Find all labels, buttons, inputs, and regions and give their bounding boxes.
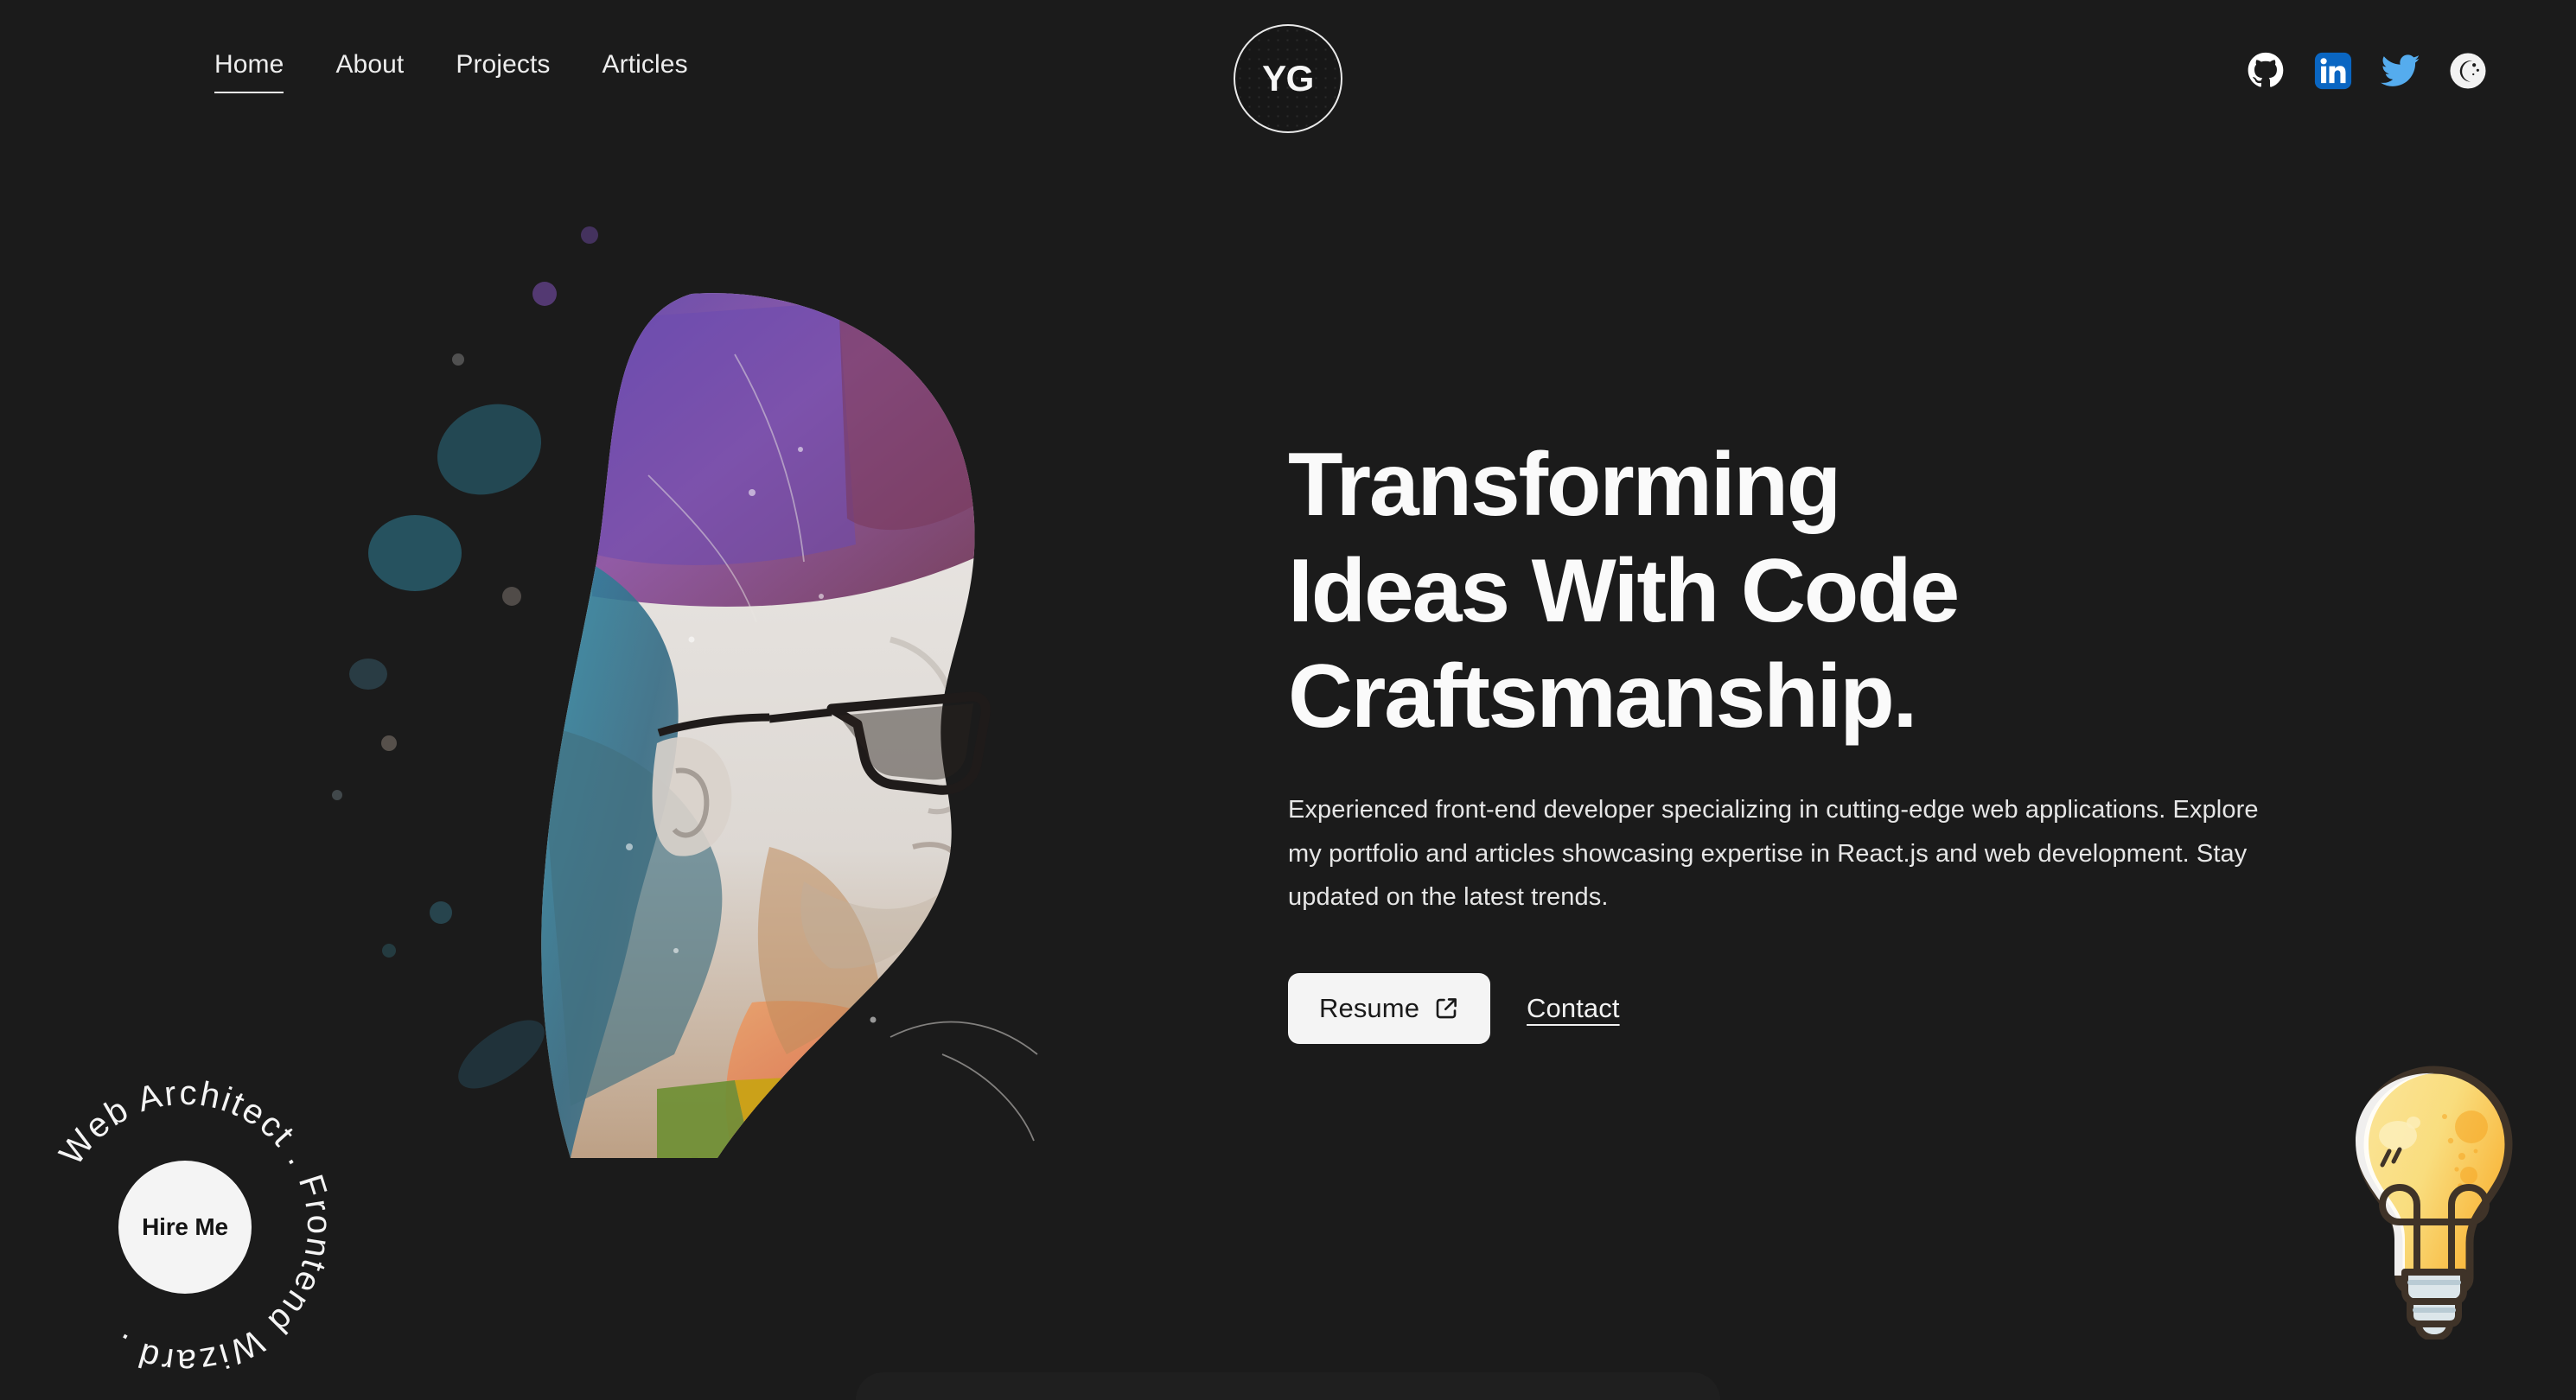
dark-mode-toggle-icon [2449,52,2487,90]
hire-me-label: Hire Me [142,1213,228,1240]
hero-title-line-3: Craftsmanship. [1288,646,1917,748]
hero-actions: Resume Contact [1288,972,2403,1044]
social-links [2244,49,2490,92]
hero-title-line-2: Ideas With Code [1288,540,1960,641]
hero-title-line-1: Transforming [1288,435,1841,535]
site-logo-text: YG [1262,58,1314,99]
dark-mode-toggle[interactable] [2446,49,2490,92]
hero-title: Transforming Ideas With Code Craftsmansh… [1288,432,2403,750]
external-link-icon [1433,996,1459,1021]
linkedin-icon [2314,52,2352,90]
hero-copy: Transforming Ideas With Code Craftsmansh… [1288,432,2403,1044]
site-logo[interactable]: YG [1234,24,1342,133]
resume-button-label: Resume [1319,992,1420,1023]
contact-link[interactable]: Contact [1527,993,1620,1024]
twitter-icon [2381,51,2420,91]
lightbulb-icon[interactable] [2331,1054,2538,1340]
hire-me-button[interactable]: Hire Me [118,1161,252,1294]
nav-item-articles[interactable]: Articles [603,50,688,83]
linkedin-link[interactable] [2311,49,2355,92]
twitter-link[interactable] [2379,49,2422,92]
hero-description: Experienced front-end developer speciali… [1288,796,2259,912]
resume-button[interactable]: Resume [1288,972,1491,1044]
github-link[interactable] [2244,49,2287,92]
main-navigation: Home About Projects Articles [214,50,688,93]
nav-item-projects[interactable]: Projects [456,50,550,83]
nav-item-about[interactable]: About [335,50,404,83]
portrait-artwork [285,190,1167,1296]
hire-me-badge[interactable]: Web Architect . Frontend Wizard . Hire M… [24,1066,346,1388]
nav-item-home[interactable]: Home [214,50,284,93]
github-icon [2247,52,2285,90]
site-header: Home About Projects Articles YG [0,0,2576,156]
hero-section: Transforming Ideas With Code Craftsmansh… [0,156,2576,1400]
page-section-divider [856,1372,1720,1400]
